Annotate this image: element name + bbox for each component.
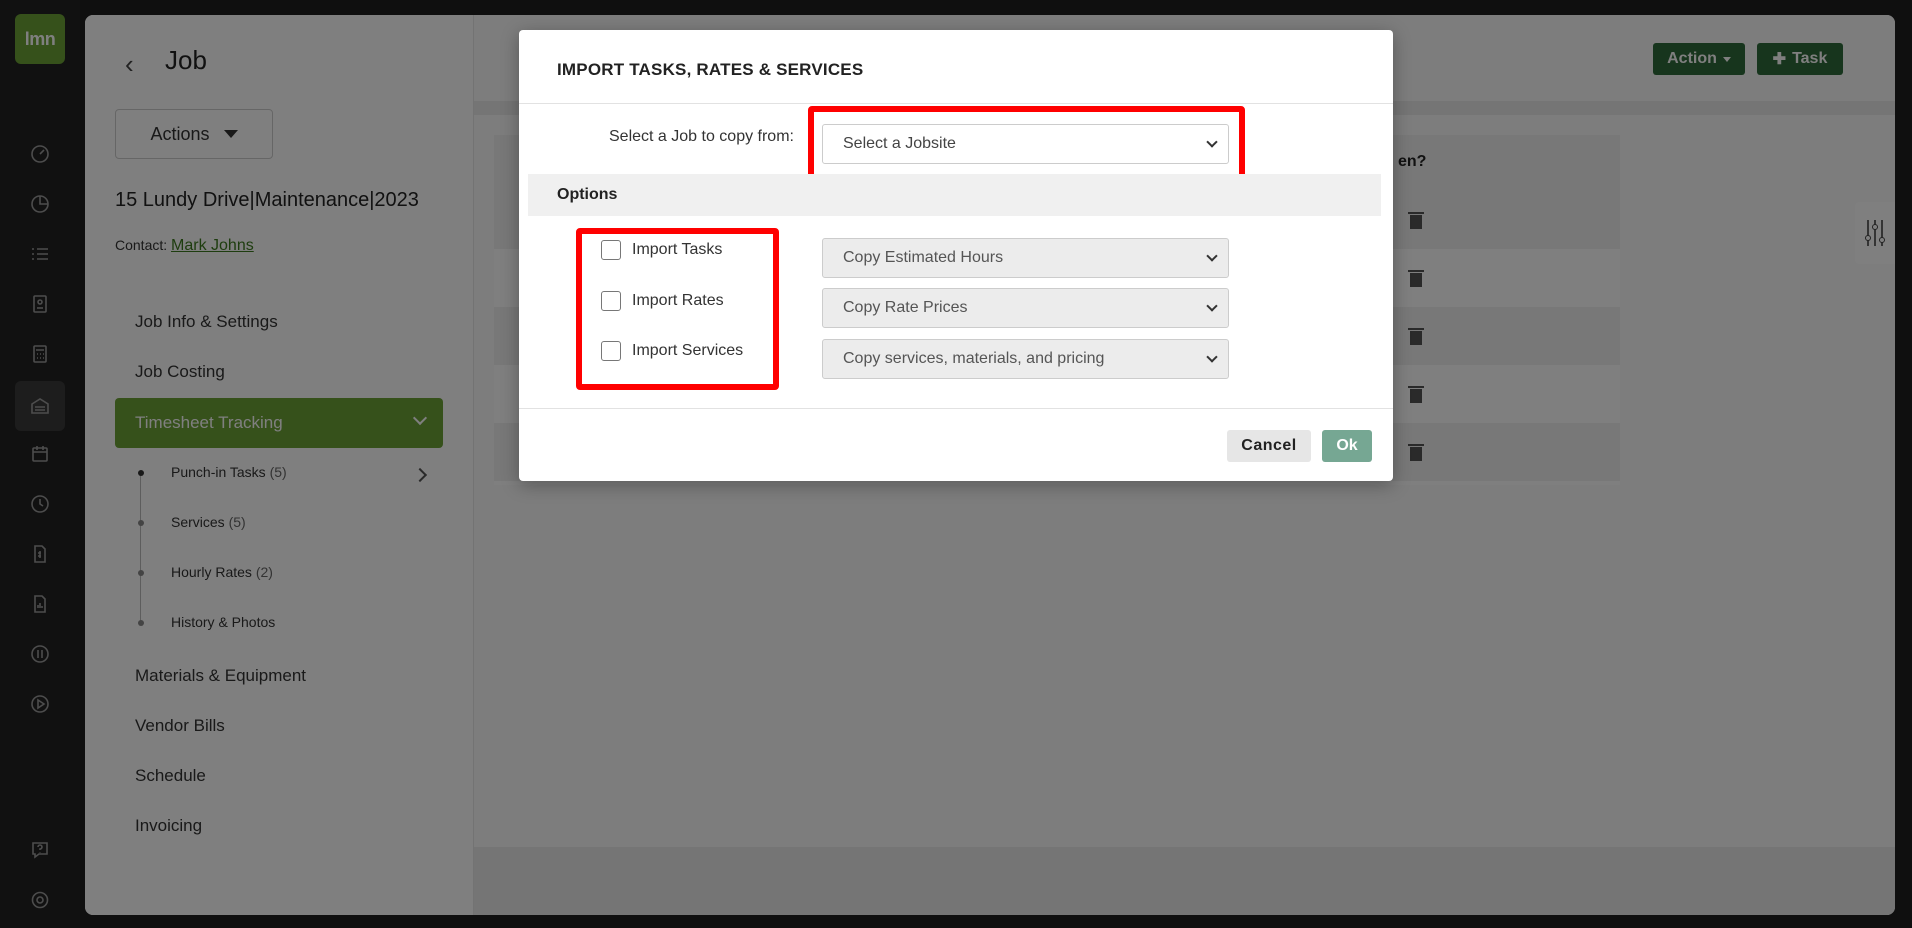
cancel-button[interactable]: Cancel [1227, 430, 1311, 462]
chevron-down-icon [1206, 351, 1218, 363]
chevron-down-icon [1206, 300, 1218, 312]
services-select[interactable]: Copy services, materials, and pricing [822, 339, 1229, 379]
select-value: Copy Estimated Hours [843, 249, 1004, 266]
copy-from-label: Select a Job to copy from: [609, 128, 794, 145]
options-bar: Options [528, 174, 1381, 216]
options-label: Options [557, 186, 618, 203]
chevron-down-icon [1206, 250, 1218, 262]
highlight-box [576, 228, 779, 390]
modal-title: IMPORT TASKS, RATES & SERVICES [557, 60, 864, 79]
divider [519, 103, 1393, 104]
highlight-box [808, 106, 1245, 182]
rate-prices-select[interactable]: Copy Rate Prices [822, 288, 1229, 328]
import-modal: IMPORT TASKS, RATES & SERVICES Select a … [519, 30, 1393, 481]
estimated-hours-select[interactable]: Copy Estimated Hours [822, 238, 1229, 278]
divider [519, 408, 1393, 409]
select-value: Copy Rate Prices [843, 299, 968, 316]
select-value: Copy services, materials, and pricing [843, 350, 1105, 367]
ok-button[interactable]: Ok [1322, 430, 1372, 462]
